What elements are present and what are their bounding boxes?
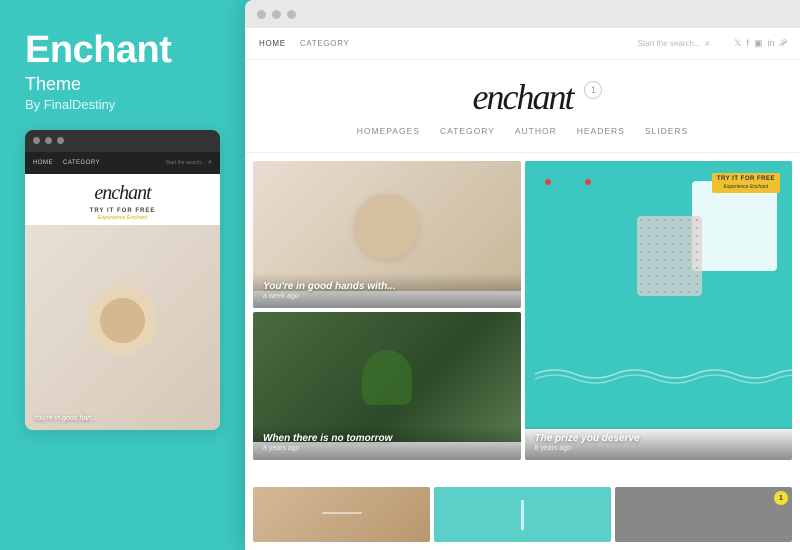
fabric-decoration (637, 216, 702, 296)
grid-time-plants: 8 years ago (263, 445, 511, 452)
mini-dot-3 (57, 137, 64, 144)
mini-nav: HOME CATEGORY Start the search... ⌕ (25, 152, 220, 174)
subnav-homepages[interactable]: HOMEPAGES (357, 126, 420, 136)
img-teal: TRY IT FOR FREE Experience Enchant (525, 161, 793, 429)
teal-badge-sub: Experience Enchant (717, 184, 775, 191)
grid-time-honey: a week ago (263, 293, 511, 300)
bottom-item-3: 1 (615, 487, 792, 542)
grid-item-plants: When there is no tomorrow 8 years ago (253, 312, 521, 459)
bottom-badge: 1 (774, 491, 788, 505)
subnav-author[interactable]: AUTHOR (515, 126, 557, 136)
grid-item-teal: TRY IT FOR FREE Experience Enchant The p… (525, 161, 793, 460)
teal-line (521, 500, 524, 530)
subnav-headers[interactable]: HEADERS (577, 126, 625, 136)
mini-preview-card: HOME CATEGORY Start the search... ⌕ ench… (25, 130, 220, 430)
instagram-icon[interactable]: ▣ (754, 38, 763, 49)
mini-topbar (25, 130, 220, 152)
teal-try-badge: TRY IT FOR FREE Experience Enchant (712, 173, 780, 193)
mini-nav-category: CATEGORY (63, 160, 100, 166)
red-dot-2 (585, 179, 591, 185)
red-dot-1 (545, 179, 551, 185)
theme-title: Enchant (25, 30, 220, 72)
grid-caption-text-teal: The prize you deserve (535, 433, 783, 444)
grid-caption-text-honey: You're in good hands with... (263, 281, 511, 292)
theme-social-icons: 𝕏 f ▣ in 𝒫 (734, 38, 786, 49)
theme-subnav: HOMEPAGES CATEGORY AUTHOR HEADERS SLIDER… (245, 118, 800, 142)
mini-experience-label: Experience Enchant (25, 215, 220, 221)
browser-dot-2 (272, 10, 281, 19)
mini-search-icon: ⌕ (208, 159, 212, 167)
img-honey (253, 161, 521, 291)
theme-nav-home[interactable]: HOME (259, 39, 286, 48)
mini-image-placeholder: You're in good han... (25, 225, 220, 430)
grid-caption-teal: The prize you deserve 8 years ago (525, 425, 793, 460)
mini-nav-home: HOME (33, 160, 53, 166)
browser-content: HOME CATEGORY Start the search... ⌕ 𝕏 f … (245, 28, 800, 550)
mini-plate-inner (100, 298, 145, 343)
theme-logo: enchant (473, 76, 573, 118)
sweater-decoration (692, 181, 777, 271)
grid-time-teal: 8 years ago (535, 445, 783, 452)
mini-try-label: TRY IT FOR FREE (25, 208, 220, 214)
img-plants (253, 312, 521, 442)
browser-dot-1 (257, 10, 266, 19)
theme-nav-category[interactable]: CATEGORY (300, 39, 350, 48)
theme-author: By FinalDestiny (25, 97, 220, 112)
grid-item-honey: You're in good hands with... a week ago (253, 161, 521, 308)
theme-topnav: HOME CATEGORY Start the search... ⌕ 𝕏 f … (245, 28, 800, 60)
mini-plate-decoration (88, 285, 158, 355)
theme-header: enchant 1 HOMEPAGES CATEGORY AUTHOR HEAD… (245, 60, 800, 153)
honey-plate (354, 194, 419, 259)
theme-grid: You're in good hands with... a week ago (245, 153, 800, 487)
grid-caption-plants: When there is no tomorrow 8 years ago (253, 425, 521, 460)
theme-subtitle: Theme (25, 74, 220, 95)
mini-header: enchant TRY IT FOR FREE Experience Encha… (25, 174, 220, 225)
mini-logo: enchant (25, 182, 220, 208)
browser-chrome (245, 0, 800, 28)
browser-dot-3 (287, 10, 296, 19)
mini-image-area: You're in good han... (25, 225, 220, 430)
right-panel: HOME CATEGORY Start the search... ⌕ 𝕏 f … (245, 0, 800, 550)
subnav-sliders[interactable]: SLIDERS (645, 126, 688, 136)
mini-image-caption: You're in good han... (33, 415, 97, 422)
grid-caption-honey: You're in good hands with... a week ago (253, 273, 521, 308)
bottom-item-2 (434, 487, 611, 542)
theme-search-icon[interactable]: ⌕ (705, 38, 711, 49)
facebook-icon[interactable]: f (746, 38, 749, 49)
mini-dot-2 (45, 137, 52, 144)
teal-badge-top: TRY IT FOR FREE (717, 176, 775, 184)
bottom-item-1 (253, 487, 430, 542)
bottom-row: 1 (245, 487, 800, 550)
wavy-decoration (535, 364, 793, 384)
subnav-category[interactable]: CATEGORY (440, 126, 495, 136)
grid-caption-text-plants: When there is no tomorrow (263, 433, 511, 444)
linkedin-icon[interactable]: in (767, 38, 774, 49)
twitter-icon[interactable]: 𝕏 (734, 38, 741, 49)
plant-shape (362, 350, 412, 405)
theme-search-area: Start the search... ⌕ (637, 38, 710, 49)
theme-search-text: Start the search... (637, 39, 700, 48)
pinterest-icon[interactable]: 𝒫 (780, 38, 787, 49)
theme-logo-badge: 1 (584, 81, 602, 99)
mini-dot-1 (33, 137, 40, 144)
left-panel: Enchant Theme By FinalDestiny HOME CATEG… (0, 0, 245, 550)
mini-search-text: Start the search... (166, 160, 205, 166)
